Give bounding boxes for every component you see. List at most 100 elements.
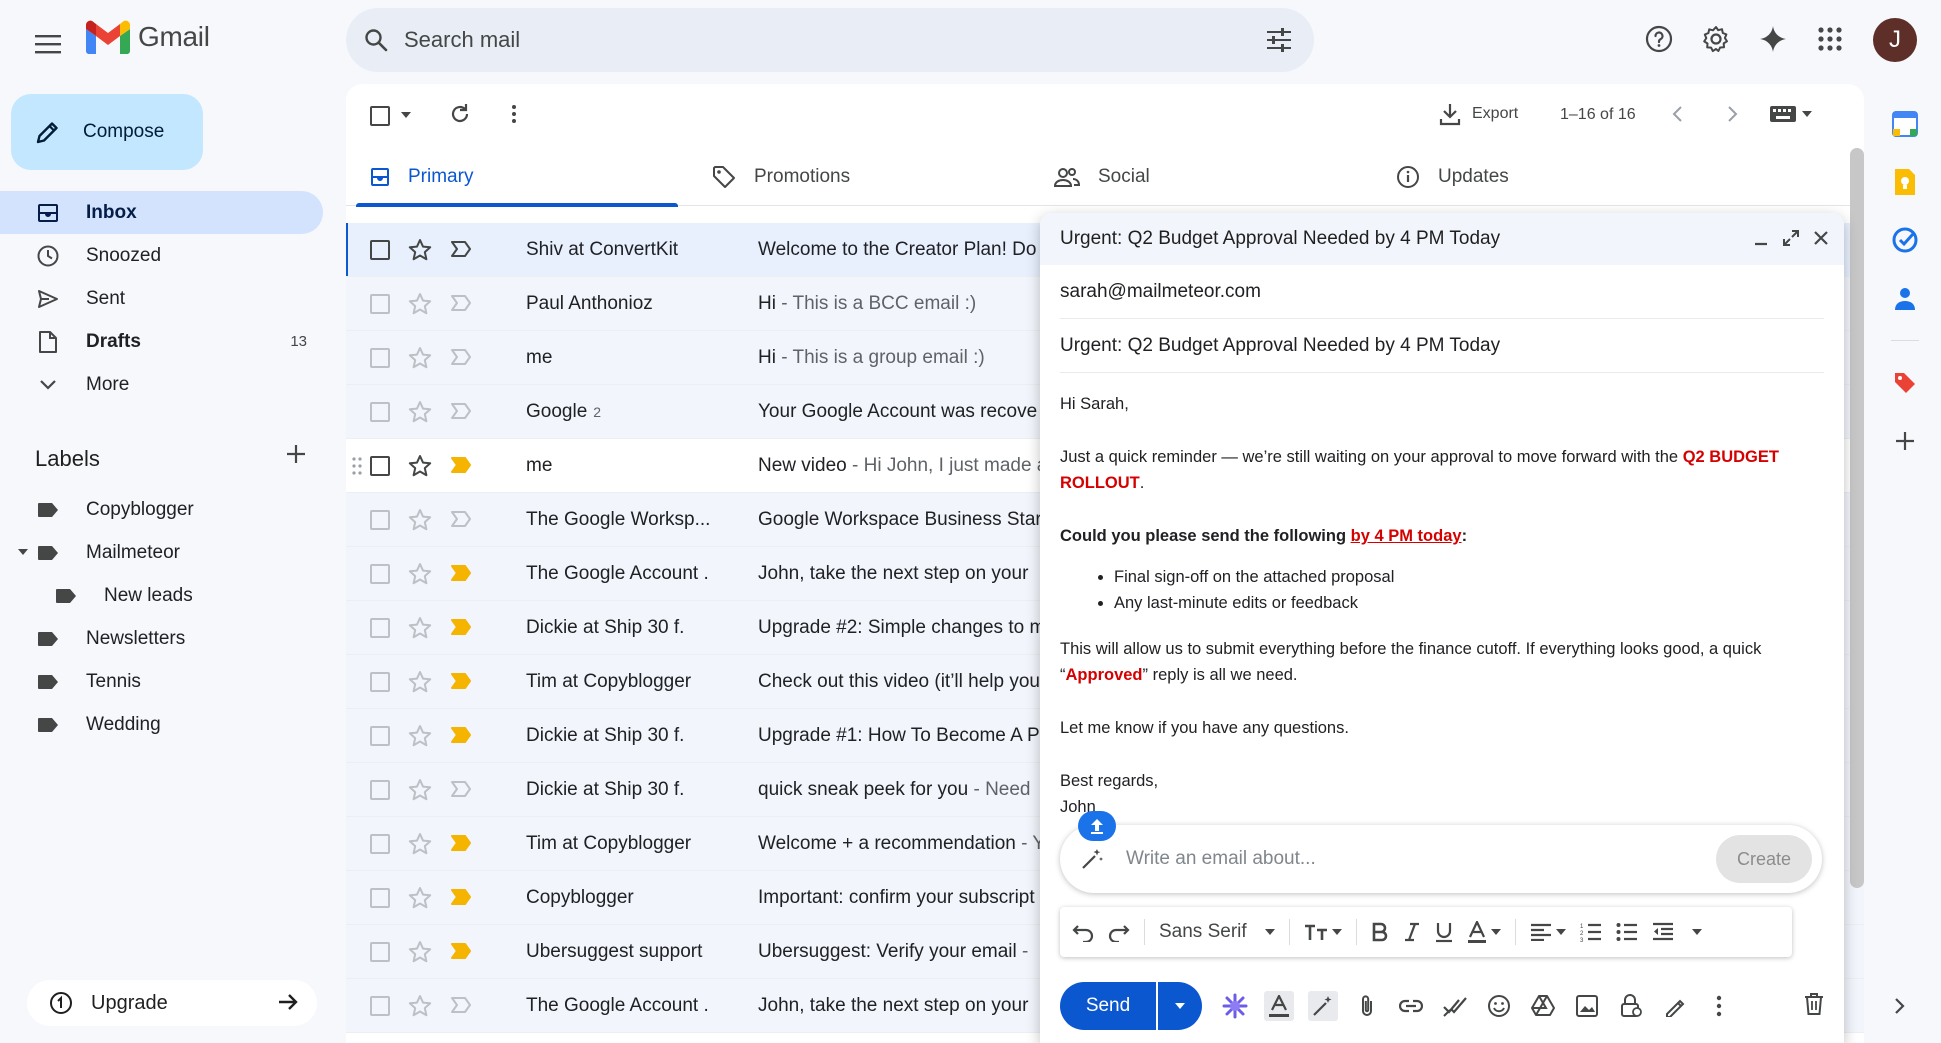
row-checkbox[interactable] <box>370 348 390 368</box>
apps-grid-icon[interactable] <box>1807 16 1853 62</box>
minimize-icon[interactable] <box>1752 229 1770 247</box>
search-options-icon[interactable] <box>1266 28 1292 52</box>
italic-icon[interactable] <box>1403 922 1421 942</box>
keep-icon[interactable] <box>1880 154 1930 210</box>
next-page-icon[interactable] <box>1722 104 1742 124</box>
bulleted-list-icon[interactable] <box>1616 922 1638 942</box>
font-size-button[interactable] <box>1304 922 1342 942</box>
important-marker-icon[interactable] <box>450 726 472 744</box>
row-checkbox[interactable] <box>370 834 390 854</box>
search-bar[interactable] <box>346 8 1314 72</box>
important-marker-icon[interactable] <box>450 240 472 258</box>
star-icon[interactable] <box>408 994 432 1018</box>
star-icon[interactable] <box>408 238 432 262</box>
help-me-write-icon[interactable] <box>1308 991 1338 1021</box>
star-icon[interactable] <box>408 292 432 316</box>
to-field[interactable]: sarah@mailmeteor.com <box>1060 265 1824 319</box>
add-label-icon[interactable] <box>286 444 306 464</box>
star-icon[interactable] <box>408 940 432 964</box>
font-family-select[interactable]: Sans Serif <box>1159 921 1275 943</box>
refresh-icon[interactable] <box>448 102 472 126</box>
label-item-tennis[interactable]: Tennis <box>0 660 323 703</box>
discard-draft-trash-icon[interactable] <box>1804 992 1824 1016</box>
tab-social[interactable]: Social <box>1030 148 1150 206</box>
star-icon[interactable] <box>408 778 432 802</box>
important-marker-icon[interactable] <box>450 618 472 636</box>
tab-promotions[interactable]: Promotions <box>688 148 850 206</box>
send-button[interactable]: Send <box>1060 982 1156 1030</box>
list-scrollbar[interactable] <box>1850 148 1864 888</box>
important-marker-icon[interactable] <box>450 294 472 312</box>
star-icon[interactable] <box>408 400 432 424</box>
important-marker-icon[interactable] <box>450 672 472 690</box>
search-icon[interactable] <box>364 28 388 52</box>
label-item-newsletters[interactable]: Newsletters <box>0 617 323 660</box>
input-tools-button[interactable] <box>1770 106 1812 122</box>
confidential-mode-icon[interactable] <box>1616 991 1646 1021</box>
star-icon[interactable] <box>408 670 432 694</box>
star-icon[interactable] <box>408 346 432 370</box>
select-options-caret-icon[interactable] <box>401 112 411 118</box>
nav-item-more[interactable]: More <box>0 363 323 406</box>
indent-less-icon[interactable] <box>1652 922 1674 942</box>
align-button[interactable] <box>1530 923 1566 941</box>
tracking-check-icon[interactable] <box>1440 991 1470 1021</box>
main-menu-icon[interactable] <box>28 24 68 64</box>
select-all-checkbox[interactable] <box>370 106 390 126</box>
insert-signature-icon[interactable] <box>1660 991 1690 1021</box>
more-formatting-caret-icon[interactable] <box>1688 929 1702 935</box>
addon-tag-icon[interactable] <box>1880 355 1930 411</box>
gmail-logo[interactable]: Gmail <box>86 20 210 54</box>
important-marker-icon[interactable] <box>450 834 472 852</box>
star-icon[interactable] <box>408 508 432 532</box>
row-checkbox[interactable] <box>370 402 390 422</box>
star-icon[interactable] <box>408 562 432 586</box>
important-marker-icon[interactable] <box>450 348 472 366</box>
row-checkbox[interactable] <box>370 888 390 908</box>
compose-header[interactable]: Urgent: Q2 Budget Approval Needed by 4 P… <box>1040 213 1844 265</box>
row-checkbox[interactable] <box>370 564 390 584</box>
bold-icon[interactable] <box>1371 922 1389 942</box>
important-marker-icon[interactable] <box>450 564 472 582</box>
row-checkbox[interactable] <box>370 618 390 638</box>
account-avatar[interactable]: J <box>1873 18 1917 62</box>
attach-file-icon[interactable] <box>1352 991 1382 1021</box>
nav-item-sent[interactable]: Sent <box>0 277 323 320</box>
numbered-list-icon[interactable]: 123 <box>1580 922 1602 942</box>
row-checkbox[interactable] <box>370 456 390 476</box>
insert-photo-icon[interactable] <box>1572 991 1602 1021</box>
important-marker-icon[interactable] <box>450 942 472 960</box>
compose-button[interactable]: Compose <box>11 94 203 170</box>
collapse-caret-icon[interactable] <box>18 549 28 555</box>
message-body[interactable]: Hi Sarah, Just a quick reminder — we’re … <box>1040 373 1844 820</box>
more-options-icon[interactable] <box>1704 991 1734 1021</box>
star-icon[interactable] <box>408 886 432 910</box>
show-side-panel-icon[interactable] <box>1892 996 1908 1016</box>
add-addon-icon[interactable] <box>1880 413 1930 469</box>
star-icon[interactable] <box>408 724 432 748</box>
contacts-icon[interactable] <box>1880 270 1930 326</box>
row-checkbox[interactable] <box>370 240 390 260</box>
ai-upload-badge-icon[interactable] <box>1078 811 1116 841</box>
tab-updates[interactable]: Updates <box>1372 148 1509 206</box>
row-checkbox[interactable] <box>370 672 390 692</box>
important-marker-icon[interactable] <box>450 888 472 906</box>
close-icon[interactable] <box>1812 229 1830 247</box>
search-input[interactable] <box>404 20 1204 60</box>
label-item-mailmeteor[interactable]: Mailmeteor <box>0 531 323 574</box>
upgrade-button[interactable]: Upgrade <box>27 980 317 1026</box>
gemini-sparkle-icon[interactable] <box>1750 16 1796 62</box>
star-icon[interactable] <box>408 832 432 856</box>
row-checkbox[interactable] <box>370 780 390 800</box>
formatting-options-icon[interactable] <box>1264 991 1294 1021</box>
export-button[interactable]: Export <box>1438 102 1518 126</box>
underline-icon[interactable] <box>1435 921 1453 943</box>
nav-item-snoozed[interactable]: Snoozed <box>0 234 323 277</box>
emoji-icon[interactable] <box>1484 991 1514 1021</box>
label-item-wedding[interactable]: Wedding <box>0 703 323 746</box>
row-checkbox[interactable] <box>370 510 390 530</box>
row-checkbox[interactable] <box>370 294 390 314</box>
nav-item-inbox[interactable]: Inbox <box>0 191 323 234</box>
deadline-link[interactable]: by 4 PM today <box>1351 527 1462 545</box>
label-item-copyblogger[interactable]: Copyblogger <box>0 488 323 531</box>
